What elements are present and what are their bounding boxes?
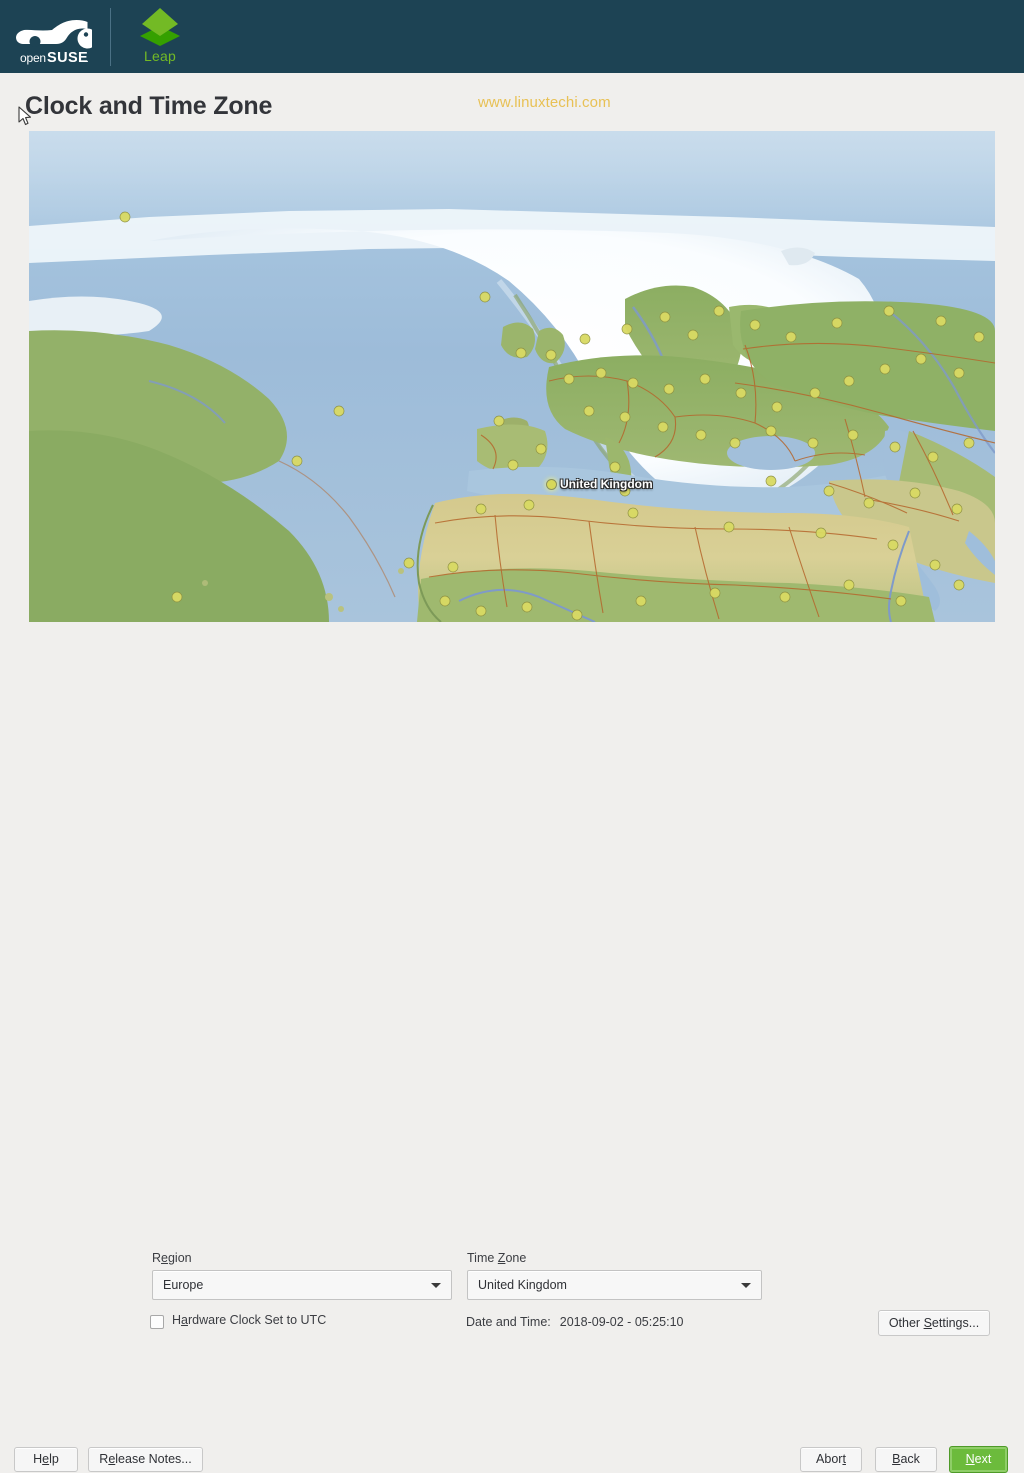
timezone-select[interactable]: United Kingdom — [467, 1270, 762, 1300]
header-divider — [110, 8, 111, 66]
leap-logo: Leap — [132, 6, 188, 68]
hardware-clock-utc-checkbox[interactable] — [150, 1315, 164, 1329]
opensuse-logo: open SUSE . — [14, 8, 92, 66]
abort-button[interactable]: Abort — [800, 1447, 862, 1472]
wizard-button-bar: Help Release Notes... Abort Back Next — [0, 718, 1024, 1473]
timezone-label: Time Zone — [467, 1251, 527, 1265]
svg-text:.: . — [86, 54, 89, 65]
chevron-down-icon — [741, 1283, 751, 1288]
region-label: Region — [152, 1251, 192, 1265]
date-and-time-value: 2018-09-02 - 05:25:10 — [559, 1315, 684, 1329]
region-value: Europe — [163, 1278, 204, 1292]
installer-screen: open SUSE . Leap Clock and Time Zone www… — [0, 0, 1024, 1473]
mouse-cursor — [18, 106, 32, 126]
svg-text:SUSE: SUSE — [47, 50, 88, 66]
chevron-down-icon — [431, 1283, 441, 1288]
timezone-form: Region Europe Time Zone United Kingdom H… — [0, 622, 1024, 1336]
page-title: Clock and Time Zone — [25, 92, 273, 120]
date-and-time: Date and Time: 2018-09-02 - 05:25:10 — [466, 1315, 683, 1329]
next-button[interactable]: Next — [949, 1446, 1008, 1473]
release-notes-button[interactable]: Release Notes... — [88, 1447, 203, 1472]
leap-label: Leap — [144, 48, 176, 64]
svg-text:open: open — [20, 51, 46, 65]
date-and-time-label: Date and Time: — [466, 1315, 551, 1329]
timezone-value: United Kingdom — [478, 1278, 567, 1292]
watermark-text: www.linuxtechi.com — [478, 94, 611, 111]
back-button[interactable]: Back — [875, 1447, 937, 1472]
other-settings-button[interactable]: Other Settings... — [878, 1310, 990, 1336]
hardware-clock-utc-label: Hardware Clock Set to UTC — [172, 1313, 327, 1327]
world-map[interactable]: United Kingdom — [29, 131, 995, 622]
region-select[interactable]: Europe — [152, 1270, 452, 1300]
app-header: open SUSE . Leap — [0, 0, 1024, 73]
help-button[interactable]: Help — [14, 1447, 78, 1472]
selected-timezone-marker — [547, 480, 556, 489]
